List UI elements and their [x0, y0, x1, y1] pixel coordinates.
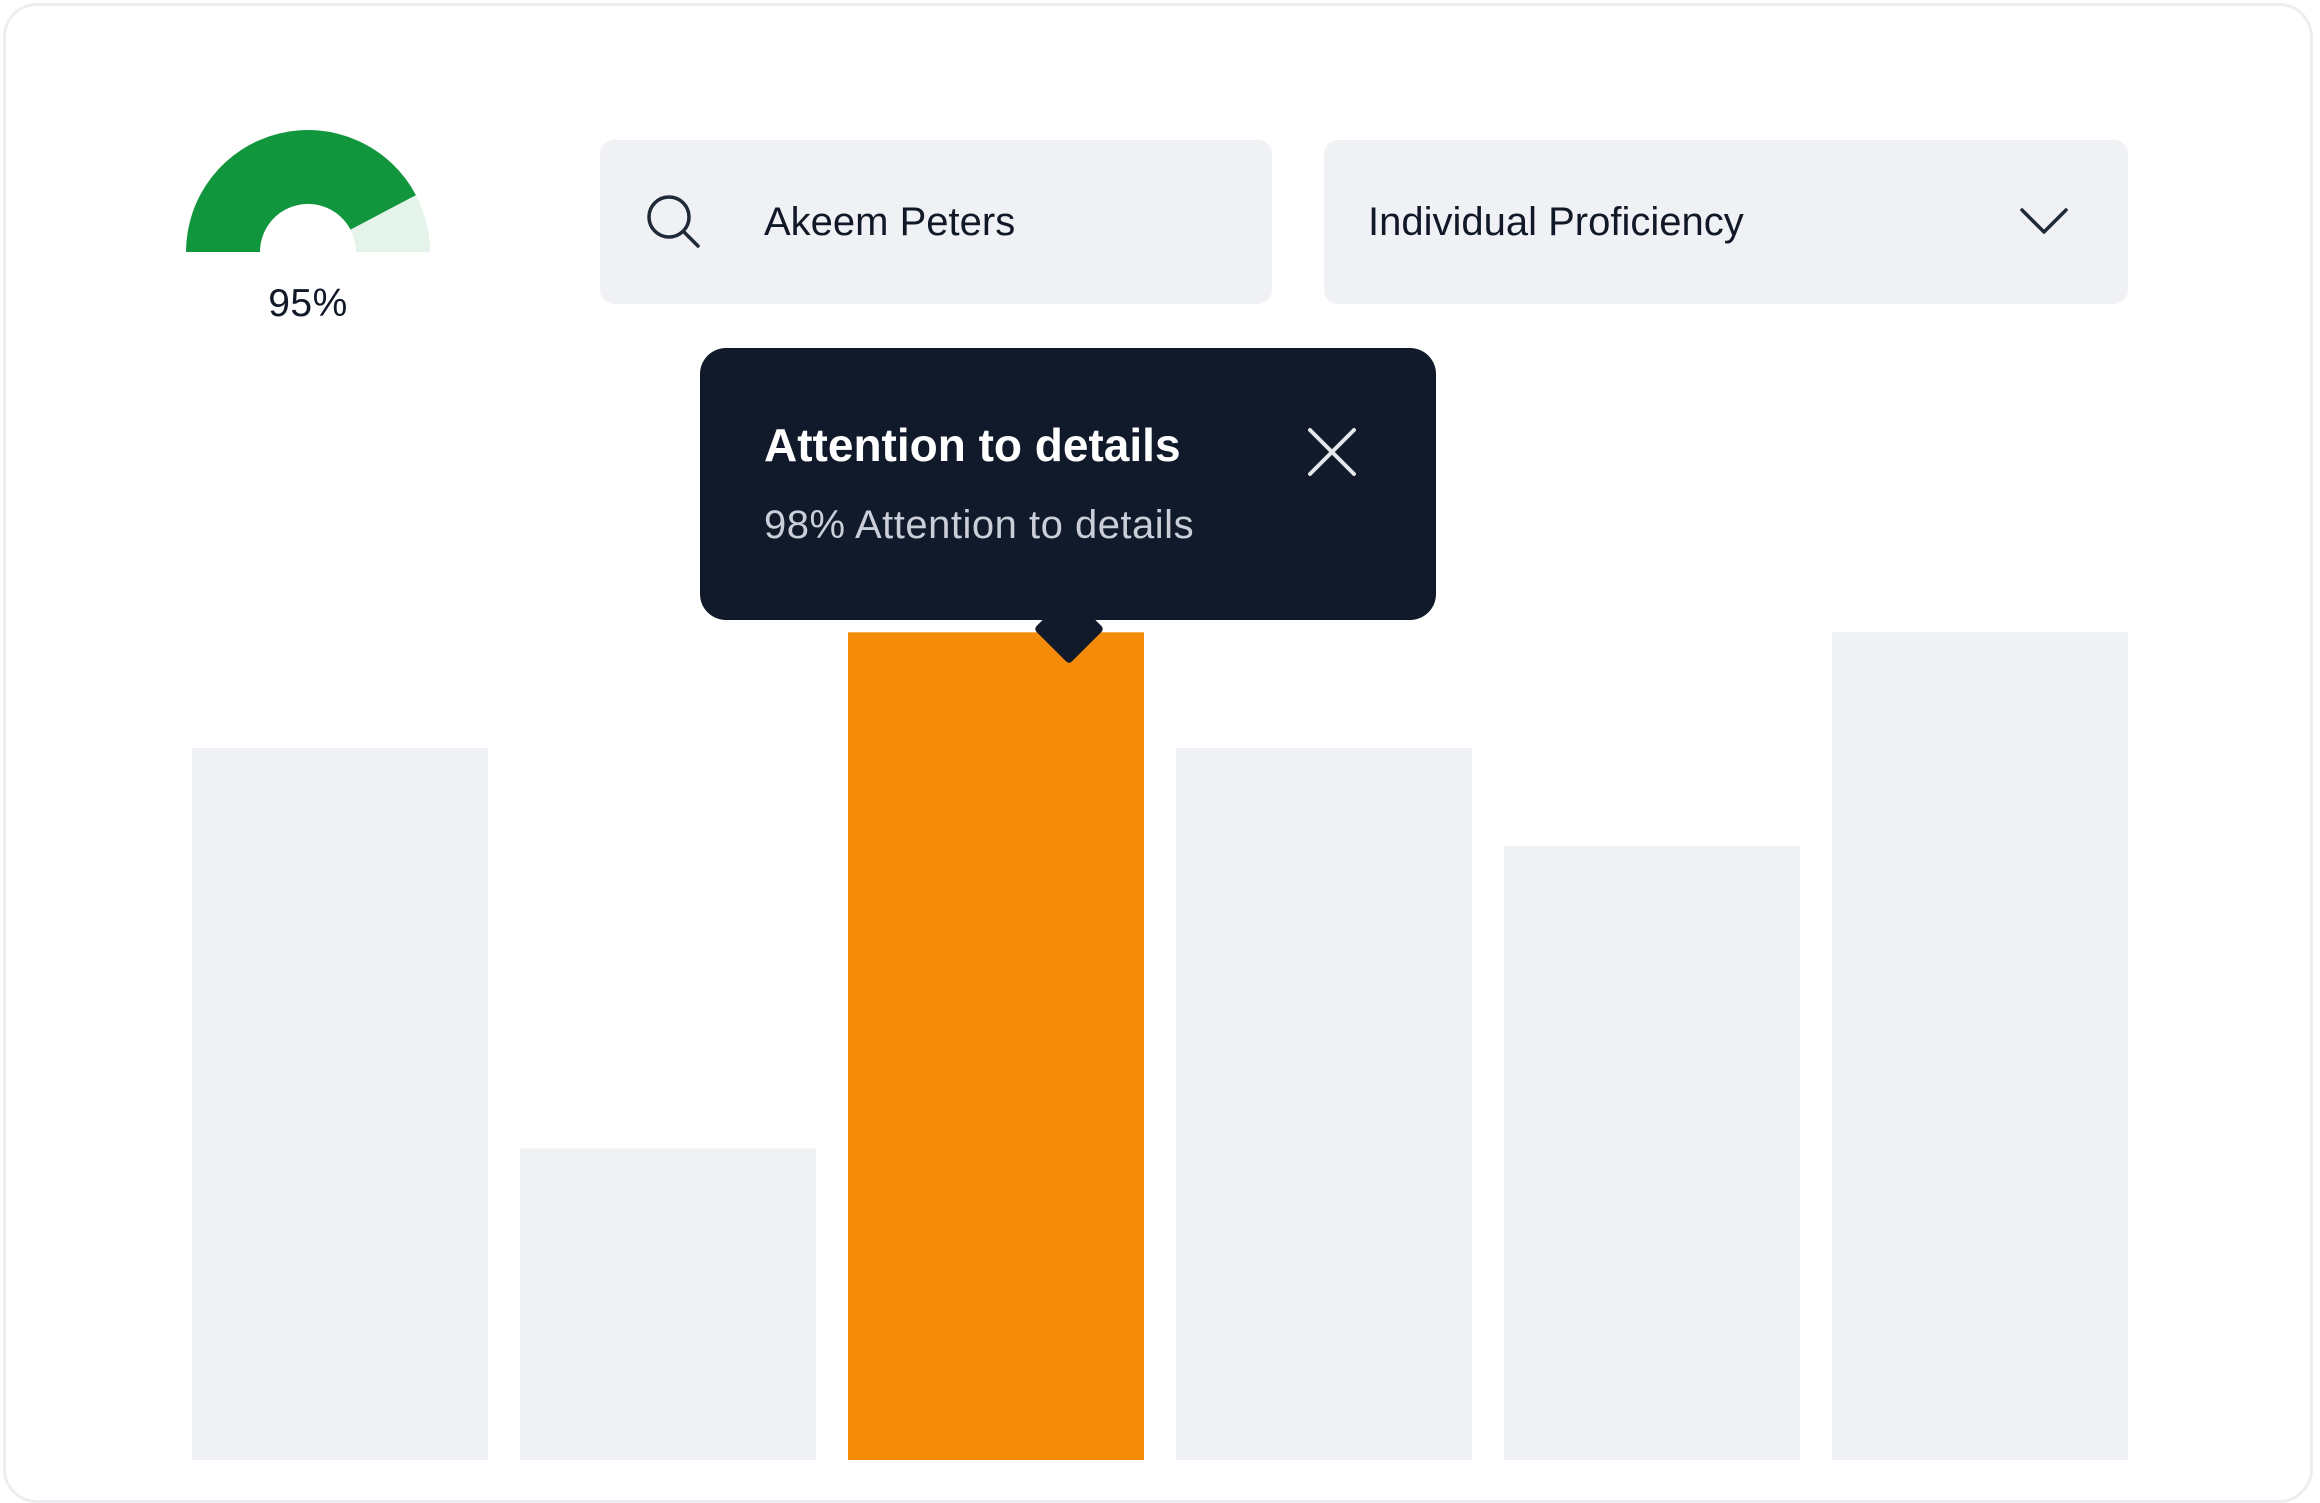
- select-selected-value: Individual Proficiency: [1368, 200, 1744, 244]
- gauge-value-label: 95%: [268, 282, 348, 325]
- search-input-value[interactable]: Akeem Peters: [764, 140, 1015, 304]
- tooltip-subtitle: 98% Attention to details: [764, 503, 1195, 547]
- chart-bar[interactable]: [1504, 845, 1800, 1460]
- employee-search-field[interactable]: Akeem Peters: [600, 140, 1272, 304]
- chart-bar-highlighted[interactable]: [848, 632, 1144, 1460]
- chart-bar[interactable]: [520, 1148, 816, 1461]
- proficiency-type-select[interactable]: Individual Proficiency: [1324, 140, 2128, 304]
- chevron-down-icon[interactable]: [2018, 196, 2070, 248]
- proficiency-gauge: [186, 130, 430, 252]
- chart-bar[interactable]: [1176, 748, 1472, 1460]
- close-icon[interactable]: [1304, 424, 1360, 480]
- chart-bar[interactable]: [192, 748, 488, 1460]
- bar-tooltip: Attention to details 98% Attention to de…: [700, 348, 1436, 620]
- search-icon: [647, 195, 700, 248]
- tooltip-title: Attention to details: [764, 419, 1181, 471]
- chart-bar[interactable]: [1832, 632, 2128, 1460]
